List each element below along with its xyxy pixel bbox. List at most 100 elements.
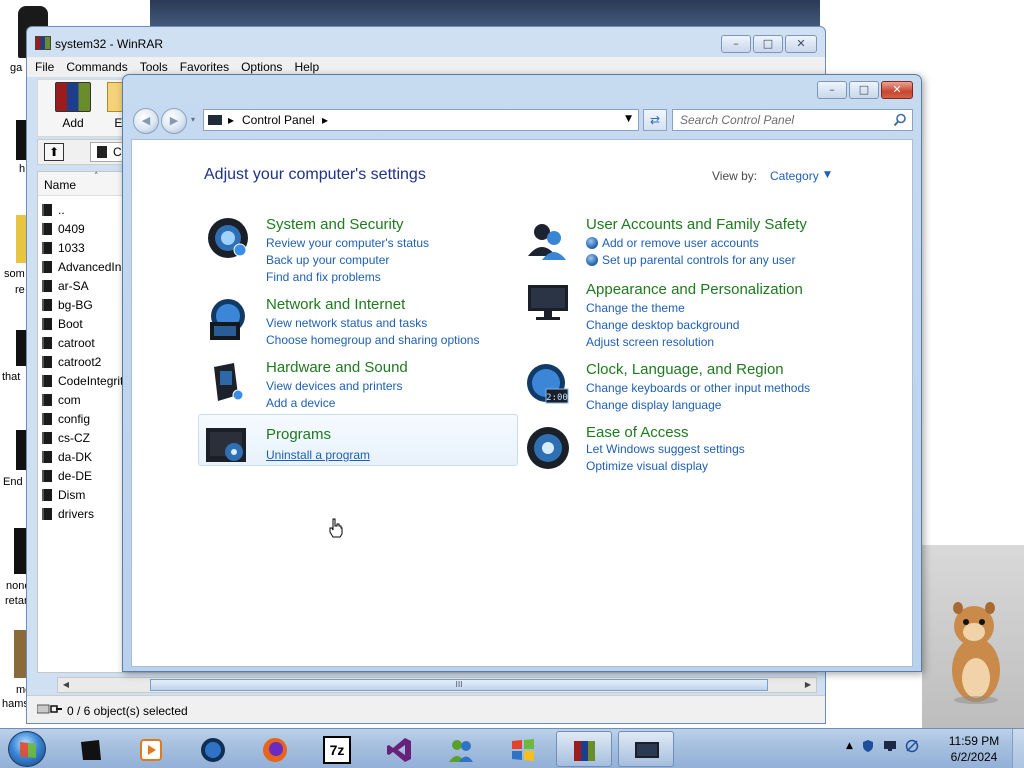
- back-button[interactable]: ◀: [133, 108, 159, 134]
- system-clock[interactable]: 11:59 PM 6/2/2024: [946, 733, 1002, 765]
- show-desktop-button[interactable]: [1012, 729, 1024, 768]
- search-input[interactable]: [673, 110, 883, 130]
- chevron-up-icon[interactable]: ▲: [846, 741, 853, 751]
- network-icon[interactable]: [905, 739, 919, 753]
- taskbar-media-player[interactable]: [122, 731, 178, 767]
- category-title[interactable]: System and Security: [266, 216, 404, 233]
- link-uninstall-program[interactable]: Uninstall a program: [266, 448, 370, 462]
- address-bar[interactable]: ▸ Control Panel ▸ ▼: [203, 109, 639, 131]
- category-title[interactable]: Network and Internet: [266, 296, 405, 313]
- appearance-icon[interactable]: [524, 281, 572, 329]
- menu-options[interactable]: Options: [241, 60, 282, 74]
- file-list-item[interactable]: Boot: [42, 314, 83, 333]
- menu-favorites[interactable]: Favorites: [180, 60, 229, 74]
- file-list-item[interactable]: com: [42, 390, 81, 409]
- file-list-item[interactable]: catroot: [42, 333, 95, 352]
- menu-tools[interactable]: Tools: [140, 60, 168, 74]
- taskbar-globe[interactable]: [184, 731, 240, 767]
- file-list-item[interactable]: da-DK: [42, 447, 92, 466]
- link-review-status[interactable]: Review your computer's status: [266, 236, 429, 250]
- taskbar-7zip[interactable]: 7z: [308, 731, 364, 767]
- monitor-icon[interactable]: [883, 739, 897, 753]
- ease-of-access-icon[interactable]: [524, 424, 572, 472]
- file-list-item[interactable]: Dism: [42, 485, 85, 504]
- scroll-thumb[interactable]: III: [150, 679, 768, 691]
- add-button[interactable]: Add: [48, 82, 98, 130]
- maximize-button[interactable]: □: [753, 35, 783, 53]
- category-title[interactable]: Programs: [266, 426, 331, 443]
- minimize-button[interactable]: –: [721, 35, 751, 53]
- link-devices-printers[interactable]: View devices and printers: [266, 379, 403, 393]
- shield-icon[interactable]: [861, 739, 875, 753]
- link-keyboards[interactable]: Change keyboards or other input methods: [586, 381, 810, 395]
- file-list-item[interactable]: bg-BG: [42, 295, 93, 314]
- maximize-button[interactable]: □: [849, 81, 879, 99]
- taskbar-explorer[interactable]: [62, 731, 118, 767]
- user-accounts-icon[interactable]: [524, 216, 572, 264]
- up-folder-button[interactable]: ⬆: [44, 143, 64, 161]
- scroll-right-arrow[interactable]: ▶: [801, 679, 815, 691]
- taskbar-users[interactable]: [432, 731, 488, 767]
- winrar-titlebar[interactable]: system32 - WinRAR – □ ✕: [27, 27, 825, 57]
- chevron-down-icon[interactable]: ▼: [824, 170, 831, 180]
- file-list-item[interactable]: de-DE: [42, 466, 92, 485]
- taskbar-control-panel[interactable]: [618, 731, 674, 767]
- file-list-item[interactable]: ..: [42, 200, 65, 219]
- link-display-language[interactable]: Change display language: [586, 398, 721, 412]
- horizontal-scrollbar[interactable]: ◀ III ▶: [57, 677, 817, 693]
- file-list-item[interactable]: AdvancedIn: [42, 257, 121, 276]
- scroll-left-arrow[interactable]: ◀: [59, 679, 73, 691]
- view-by-dropdown[interactable]: Category: [770, 169, 819, 183]
- link-screen-resolution[interactable]: Adjust screen resolution: [586, 335, 714, 349]
- menu-help[interactable]: Help: [294, 60, 319, 74]
- category-title[interactable]: Clock, Language, and Region: [586, 361, 784, 378]
- link-desktop-background[interactable]: Change desktop background: [586, 318, 739, 332]
- address-dropdown-icon[interactable]: ▼: [625, 114, 632, 124]
- breadcrumb-arrow[interactable]: ▸: [322, 113, 328, 127]
- file-list-item[interactable]: 0409: [42, 219, 85, 238]
- taskbar-windows[interactable]: [494, 731, 550, 767]
- programs-icon[interactable]: [204, 422, 252, 470]
- category-title[interactable]: User Accounts and Family Safety: [586, 216, 807, 233]
- link-find-fix[interactable]: Find and fix problems: [266, 270, 381, 284]
- file-list-item[interactable]: config: [42, 409, 90, 428]
- start-button[interactable]: [8, 731, 46, 767]
- file-list-item[interactable]: drivers: [42, 504, 94, 523]
- link-backup[interactable]: Back up your computer: [266, 253, 389, 267]
- category-title[interactable]: Hardware and Sound: [266, 359, 408, 376]
- link-add-remove-accounts[interactable]: Add or remove user accounts: [586, 236, 759, 250]
- search-box[interactable]: [672, 109, 913, 131]
- link-windows-suggest[interactable]: Let Windows suggest settings: [586, 442, 745, 456]
- category-title[interactable]: Ease of Access: [586, 424, 689, 441]
- minimize-button[interactable]: –: [817, 81, 847, 99]
- file-list-item[interactable]: cs-CZ: [42, 428, 90, 447]
- hardware-sound-icon[interactable]: [204, 359, 252, 407]
- link-network-status[interactable]: View network status and tasks: [266, 316, 427, 330]
- link-optimize-display[interactable]: Optimize visual display: [586, 459, 708, 473]
- column-name[interactable]: Name: [44, 178, 76, 192]
- forward-button[interactable]: ▶: [161, 108, 187, 134]
- link-add-device[interactable]: Add a device: [266, 396, 335, 410]
- menu-file[interactable]: File: [35, 60, 54, 74]
- control-panel-window[interactable]: – □ ✕ ◀ ▶ ▾ ▸ Control Panel ▸ ▼ ⇄ Adjust…: [122, 74, 922, 672]
- breadcrumb-control-panel[interactable]: Control Panel: [242, 113, 315, 127]
- file-list-item[interactable]: catroot2: [42, 352, 101, 371]
- file-list-item[interactable]: 1033: [42, 238, 85, 257]
- clock-language-icon[interactable]: 2:00: [524, 361, 572, 409]
- category-title[interactable]: Appearance and Personalization: [586, 281, 803, 298]
- search-icon[interactable]: [893, 113, 907, 127]
- link-change-theme[interactable]: Change the theme: [586, 301, 685, 315]
- refresh-button[interactable]: ⇄: [643, 109, 667, 131]
- breadcrumb-arrow[interactable]: ▸: [228, 113, 234, 127]
- file-list-item[interactable]: ar-SA: [42, 276, 89, 295]
- taskbar-firefox[interactable]: [246, 731, 302, 767]
- close-button[interactable]: ✕: [881, 81, 913, 99]
- drive-key-icon[interactable]: [37, 702, 63, 716]
- network-internet-icon[interactable]: [204, 296, 252, 344]
- link-parental-controls[interactable]: Set up parental controls for any user: [586, 253, 795, 267]
- close-button[interactable]: ✕: [785, 35, 817, 53]
- taskbar-visual-studio[interactable]: [370, 731, 426, 767]
- menu-commands[interactable]: Commands: [66, 60, 127, 74]
- file-list-item[interactable]: CodeIntegrit: [42, 371, 123, 390]
- link-homegroup[interactable]: Choose homegroup and sharing options: [266, 333, 479, 347]
